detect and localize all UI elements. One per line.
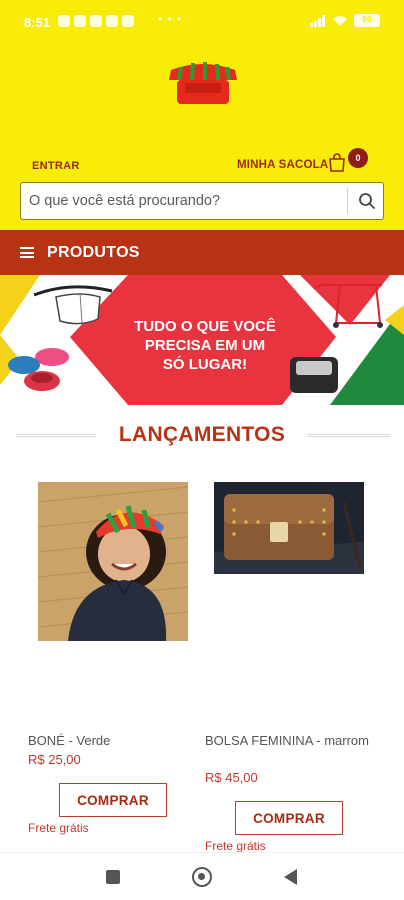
buy-button[interactable]: COMPRAR xyxy=(235,801,343,835)
alarm-icon xyxy=(74,15,86,27)
free-shipping-label: Frete grátis xyxy=(205,839,266,853)
status-time: 8:51 xyxy=(24,15,51,30)
search-box xyxy=(20,182,384,220)
shopping-bag-icon[interactable] xyxy=(328,152,346,172)
home-button[interactable] xyxy=(192,867,212,887)
wifi-icon xyxy=(333,15,347,26)
hamburger-icon[interactable] xyxy=(20,247,34,258)
header: MERCADÃO 999 ENTRAR MINHA SACOLA 0 xyxy=(0,44,404,230)
login-link[interactable]: ENTRAR xyxy=(32,160,80,172)
buy-button[interactable]: COMPRAR xyxy=(59,783,167,817)
product-image-handbag[interactable] xyxy=(214,482,364,574)
search-icon xyxy=(359,193,375,209)
system-navigation-bar xyxy=(0,852,404,900)
store-logo[interactable] xyxy=(163,56,243,108)
search-button[interactable] xyxy=(351,185,383,217)
products-menu-bar[interactable]: PRODUTOS xyxy=(0,230,404,275)
product-image-cap[interactable] xyxy=(38,482,188,641)
recent-apps-button[interactable] xyxy=(106,870,120,884)
trash-icon xyxy=(122,15,134,27)
status-bar: 8:51 • • • 80 xyxy=(0,0,404,44)
youtube-icon xyxy=(106,15,118,27)
promo-banner[interactable]: TUDO O QUE VOCÊ PRECISA EM UM SÓ LUGAR! xyxy=(0,275,404,405)
banner-line-2: PRECISA EM UM xyxy=(144,337,266,354)
product-name[interactable]: BONÉ - Verde xyxy=(28,732,198,750)
search-divider xyxy=(347,188,348,214)
logo-text: MERCADÃO 999 xyxy=(174,118,232,134)
products-label[interactable]: PRODUTOS xyxy=(47,244,140,262)
signal-icon xyxy=(310,14,326,27)
battery-icon: 80 xyxy=(354,14,380,27)
back-button[interactable] xyxy=(284,869,297,885)
app-icon xyxy=(90,15,102,27)
more-icon: • • • xyxy=(158,12,183,26)
divider xyxy=(308,434,390,437)
releases-section-header: LANÇAMENTOS xyxy=(0,420,404,454)
banner-line-1: TUDO O QUE VOCÊ xyxy=(134,318,276,335)
notification-icons xyxy=(58,15,134,27)
logo-bottom-text: 999 xyxy=(197,126,209,133)
banner-line-3: SÓ LUGAR! xyxy=(162,356,248,373)
search-input[interactable] xyxy=(21,183,347,219)
free-shipping-label: Frete grátis xyxy=(28,821,89,835)
product-price: R$ 45,00 xyxy=(205,770,258,785)
logo-top-text: MERCADÃO xyxy=(183,118,223,125)
cart-count-badge[interactable]: 0 xyxy=(348,148,368,168)
banner-text: TUDO O QUE VOCÊ PRECISA EM UM SÓ LUGAR! xyxy=(118,317,292,374)
product-price: R$ 25,00 xyxy=(28,752,81,767)
notification-icon xyxy=(58,15,70,27)
my-bag-link[interactable]: MINHA SACOLA xyxy=(237,159,328,171)
product-name[interactable]: BOLSA FEMININA - marrom xyxy=(205,732,375,750)
